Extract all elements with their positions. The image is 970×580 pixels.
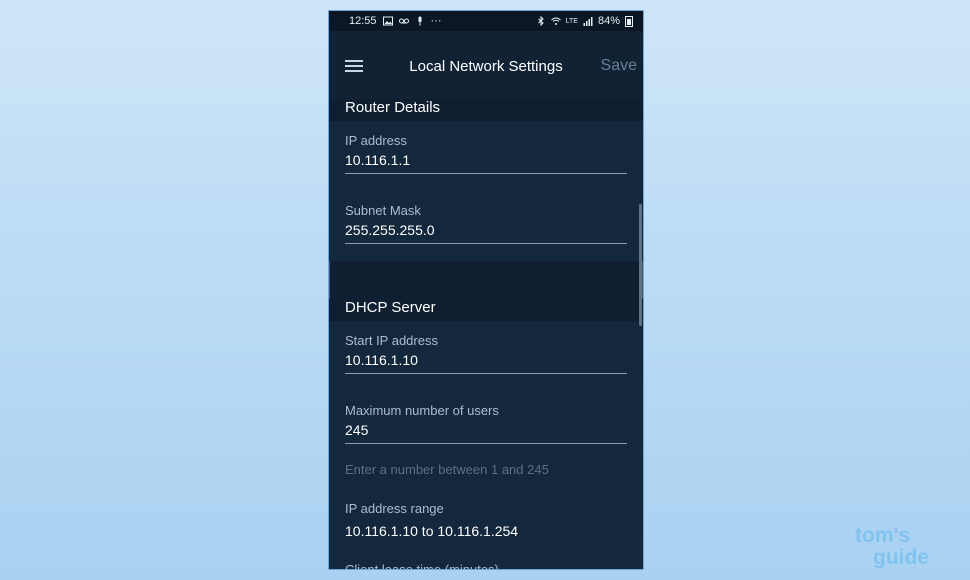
battery-icon [625, 15, 633, 27]
toms-guide-logo: tom's guide [855, 524, 929, 568]
ip-address-field[interactable]: IP address 10.116.1.1 [345, 133, 627, 174]
voicemail-icon [398, 18, 409, 24]
bluetooth-icon [537, 16, 544, 26]
phone-screen: 12:55 ··· LTE 84% Local Network Settings… [328, 10, 644, 570]
subnet-mask-label: Subnet Mask [345, 203, 421, 218]
microphone-icon [418, 16, 422, 26]
max-users-label: Maximum number of users [345, 403, 499, 418]
max-users-value[interactable]: 245 [345, 421, 627, 439]
svg-text:tom's: tom's [855, 524, 910, 547]
page-title: Local Network Settings [409, 58, 563, 75]
dhcp-server-header: DHCP Server [329, 299, 643, 321]
gallery-notification-icon [382, 16, 393, 26]
network-type-label: LTE [565, 17, 578, 25]
save-button[interactable]: Save [601, 57, 637, 75]
ip-address-value[interactable]: 10.116.1.1 [345, 151, 627, 169]
start-ip-label: Start IP address [345, 333, 438, 348]
scrollbar[interactable] [639, 204, 642, 326]
subnet-mask-underline [345, 243, 627, 244]
status-time: 12:55 [349, 15, 377, 27]
wifi-icon [550, 17, 561, 25]
app-bar: Local Network Settings Save [329, 31, 643, 101]
lease-time-label[interactable]: Client lease time (minutes) [345, 562, 499, 569]
ip-address-underline [345, 173, 627, 174]
battery-percent: 84% [597, 15, 620, 27]
dhcp-server-card: Start IP address 10.116.1.10 Maximum num… [329, 321, 643, 569]
ip-range-value: 10.116.1.10 to 10.116.1.254 [345, 523, 519, 539]
subnet-mask-field[interactable]: Subnet Mask 255.255.255.0 [345, 203, 627, 244]
start-ip-value[interactable]: 10.116.1.10 [345, 351, 627, 369]
start-ip-underline [345, 373, 627, 374]
subnet-mask-value[interactable]: 255.255.255.0 [345, 221, 627, 239]
max-users-field[interactable]: Maximum number of users 245 [345, 403, 627, 444]
ip-range-label: IP address range [345, 501, 444, 516]
router-details-card: IP address 10.116.1.1 Subnet Mask 255.25… [329, 121, 643, 261]
max-users-helper: Enter a number between 1 and 245 [345, 462, 549, 477]
more-notifications-icon: ··· [430, 15, 442, 27]
router-details-header: Router Details [329, 99, 643, 121]
signal-icon [583, 17, 593, 26]
svg-text:guide: guide [873, 546, 929, 568]
max-users-underline [345, 443, 627, 444]
ip-address-label: IP address [345, 133, 407, 148]
status-bar: 12:55 ··· LTE 84% [329, 11, 643, 31]
start-ip-field[interactable]: Start IP address 10.116.1.10 [345, 333, 627, 374]
